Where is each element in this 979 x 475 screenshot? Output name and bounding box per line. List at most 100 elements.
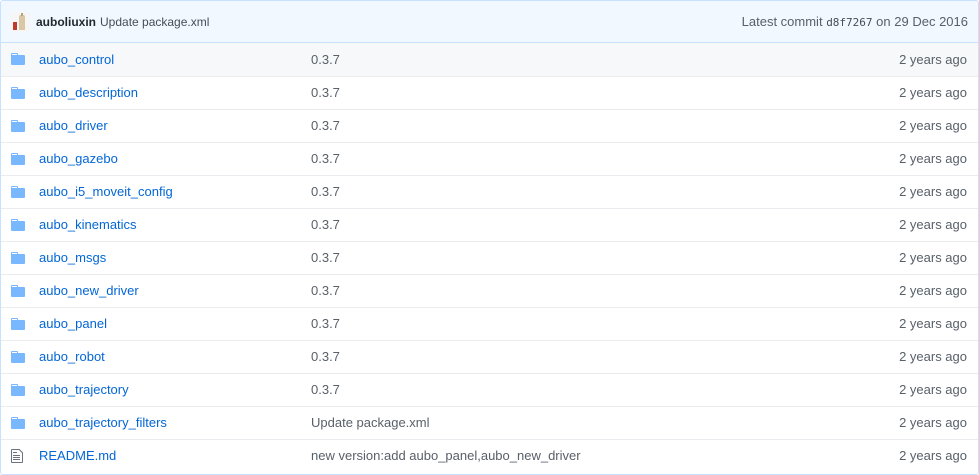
file-age: 2 years ago [611, 438, 978, 472]
file-icon-cell [1, 438, 39, 472]
file-row[interactable]: aubo_panel 0.3.7 2 years ago [1, 306, 978, 340]
file-row[interactable]: aubo_gazebo 0.3.7 2 years ago [1, 141, 978, 175]
file-icon-cell [1, 108, 39, 142]
commit-sha-link[interactable]: d8f7267 [826, 16, 872, 29]
file-name-link[interactable]: aubo_description [39, 85, 138, 100]
commit-author-link[interactable]: auboliuxin [36, 15, 96, 29]
file-name-cell: aubo_msgs [39, 240, 311, 274]
file-name-cell: aubo_trajectory [39, 372, 311, 406]
file-text-icon [11, 448, 39, 464]
file-icon-cell [1, 306, 39, 340]
file-age: 2 years ago [611, 108, 978, 142]
file-name-link[interactable]: aubo_driver [39, 118, 108, 133]
latest-commit-bar: auboliuxin Update package.xml Latest com… [1, 1, 978, 43]
file-commit-message[interactable]: 0.3.7 [311, 207, 611, 241]
commit-on-label: on [876, 14, 891, 29]
file-age: 2 years ago [611, 174, 978, 208]
file-name-cell: aubo_driver [39, 108, 311, 142]
file-name-link[interactable]: aubo_gazebo [39, 151, 118, 166]
commit-message-link[interactable]: Update package.xml [100, 15, 209, 29]
file-name-link[interactable]: aubo_msgs [39, 250, 106, 265]
file-name-cell: aubo_gazebo [39, 141, 311, 175]
file-commit-message[interactable]: Update package.xml [311, 405, 611, 439]
folder-icon [11, 283, 39, 299]
file-commit-message[interactable]: 0.3.7 [311, 240, 611, 274]
file-row[interactable]: aubo_i5_moveit_config 0.3.7 2 years ago [1, 174, 978, 208]
folder-icon [11, 51, 39, 67]
file-commit-message[interactable]: new version:add aubo_panel,aubo_new_driv… [311, 438, 611, 472]
file-age: 2 years ago [611, 372, 978, 406]
file-name-link[interactable]: README.md [39, 448, 116, 463]
folder-icon [11, 349, 39, 365]
file-name-cell: aubo_panel [39, 306, 311, 340]
file-commit-message[interactable]: 0.3.7 [311, 306, 611, 340]
file-icon-cell [1, 174, 39, 208]
file-name-link[interactable]: aubo_trajectory_filters [39, 415, 167, 430]
file-name-link[interactable]: aubo_control [39, 52, 114, 67]
file-name-cell: aubo_control [39, 43, 311, 76]
file-commit-message[interactable]: 0.3.7 [311, 43, 611, 76]
latest-commit-label: Latest commit [741, 14, 823, 29]
file-row[interactable]: aubo_trajectory 0.3.7 2 years ago [1, 372, 978, 406]
file-icon-cell [1, 372, 39, 406]
file-icon-cell [1, 43, 39, 76]
folder-icon [11, 250, 39, 266]
file-name-link[interactable]: aubo_i5_moveit_config [39, 184, 173, 199]
folder-icon [11, 415, 39, 431]
file-commit-message[interactable]: 0.3.7 [311, 372, 611, 406]
file-icon-cell [1, 273, 39, 307]
file-icon-cell [1, 75, 39, 109]
folder-icon [11, 184, 39, 200]
file-name-link[interactable]: aubo_new_driver [39, 283, 139, 298]
file-row[interactable]: aubo_driver 0.3.7 2 years ago [1, 108, 978, 142]
file-commit-message[interactable]: 0.3.7 [311, 174, 611, 208]
file-name-cell: aubo_trajectory_filters [39, 405, 311, 439]
file-age: 2 years ago [611, 141, 978, 175]
file-age: 2 years ago [611, 273, 978, 307]
file-row[interactable]: aubo_control 0.3.7 2 years ago [1, 43, 978, 76]
commit-date: 29 Dec 2016 [894, 14, 968, 29]
file-icon-cell [1, 339, 39, 373]
file-row[interactable]: README.md new version:add aubo_panel,aub… [1, 438, 978, 472]
file-icon-cell [1, 405, 39, 439]
file-name-link[interactable]: aubo_kinematics [39, 217, 137, 232]
file-commit-message[interactable]: 0.3.7 [311, 339, 611, 373]
file-age: 2 years ago [899, 51, 967, 67]
folder-icon [11, 151, 39, 167]
file-row[interactable]: aubo_msgs 0.3.7 2 years ago [1, 240, 978, 274]
file-table: aubo_control 0.3.7 2 years ago aubo_desc… [1, 43, 978, 472]
file-icon-cell [1, 141, 39, 175]
file-name-link[interactable]: aubo_panel [39, 316, 107, 331]
folder-icon [11, 382, 39, 398]
file-row[interactable]: aubo_description 0.3.7 2 years ago [1, 75, 978, 109]
file-browser: auboliuxin Update package.xml Latest com… [0, 0, 979, 475]
file-row[interactable]: aubo_kinematics 0.3.7 2 years ago [1, 207, 978, 241]
folder-icon [11, 316, 39, 332]
file-name-cell: aubo_i5_moveit_config [39, 174, 311, 208]
file-name-cell: aubo_description [39, 75, 311, 109]
folder-icon [11, 217, 39, 233]
latest-commit-info: Latest commit d8f7267 on 29 Dec 2016 [742, 14, 968, 29]
file-name-link[interactable]: aubo_trajectory [39, 382, 129, 397]
folder-icon [11, 118, 39, 134]
folder-icon [11, 85, 39, 101]
file-age: 2 years ago [611, 405, 978, 439]
file-row[interactable]: aubo_robot 0.3.7 2 years ago [1, 339, 978, 373]
file-age: 2 years ago [611, 306, 978, 340]
file-commit-message[interactable]: 0.3.7 [311, 75, 611, 109]
file-name-cell: aubo_kinematics [39, 207, 311, 241]
file-age: 2 years ago [611, 207, 978, 241]
file-row[interactable]: aubo_trajectory_filters Update package.x… [1, 405, 978, 439]
file-row[interactable]: aubo_new_driver 0.3.7 2 years ago [1, 273, 978, 307]
file-commit-message[interactable]: 0.3.7 [311, 273, 611, 307]
file-icon-cell [1, 240, 39, 274]
file-name-cell: aubo_robot [39, 339, 311, 373]
file-icon-cell [1, 207, 39, 241]
file-commit-message[interactable]: 0.3.7 [311, 141, 611, 175]
file-age: 2 years ago [611, 339, 978, 373]
file-age: 2 years ago [611, 240, 978, 274]
file-name-cell: README.md [39, 438, 311, 472]
file-commit-message[interactable]: 0.3.7 [311, 108, 611, 142]
file-name-link[interactable]: aubo_robot [39, 349, 105, 364]
author-avatar[interactable] [10, 11, 30, 32]
